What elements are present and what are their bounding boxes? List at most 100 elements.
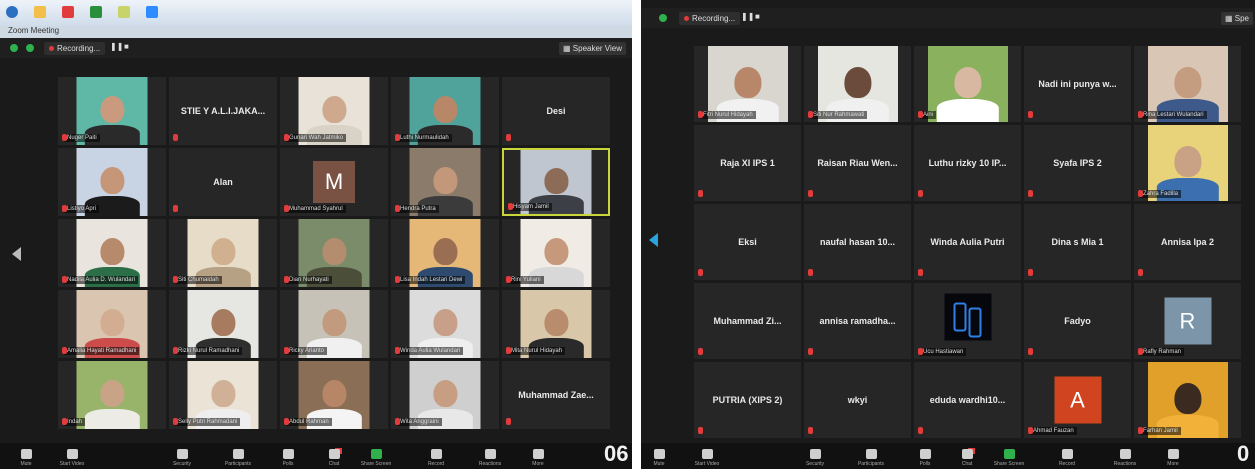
more-button[interactable]: More <box>1155 449 1191 467</box>
mute-button[interactable]: Mute <box>8 449 44 467</box>
security-button[interactable]: Security <box>797 449 833 467</box>
app-icon[interactable] <box>62 6 74 18</box>
muted-mic-icon <box>698 427 703 434</box>
participant-tile[interactable]: Mita Nurul Hidayah <box>502 290 610 358</box>
participant-name-label: Muhammad Syahrul <box>286 205 346 213</box>
participants-button[interactable]: Participants <box>853 449 889 467</box>
muted-mic-icon <box>1138 190 1143 197</box>
shield-icon[interactable] <box>659 14 667 22</box>
participant-tile[interactable]: STIE Y A.L.I.JAKA... <box>169 77 277 145</box>
app-icon[interactable] <box>34 6 46 18</box>
participant-tile[interactable]: Luthu rizky 10 IP... <box>914 125 1021 201</box>
share-screen-button[interactable]: Share Screen <box>358 449 394 467</box>
participant-tile[interactable]: Raja XI IPS 1 <box>694 125 801 201</box>
participant-tile[interactable]: Rizki Nurul Ramadhani <box>169 290 277 358</box>
muted-mic-icon <box>1028 348 1033 355</box>
view-switch-button[interactable]: ▦ Spe <box>1220 12 1253 25</box>
view-switch-button[interactable]: ▦ Speaker View <box>559 42 626 55</box>
participant-tile[interactable]: Wita Anggraini <box>391 361 499 429</box>
participant-tile[interactable]: naufal hasan 10... <box>804 204 911 280</box>
pause-recording-icon[interactable]: ❚❚ <box>741 12 754 21</box>
participant-tile[interactable]: Eksi <box>694 204 801 280</box>
participant-tile[interactable]: Dina s Mia 1 <box>1024 204 1131 280</box>
reactions-button[interactable]: Reactions <box>472 449 508 467</box>
app-icon[interactable] <box>90 6 102 18</box>
info-icon[interactable] <box>26 44 34 52</box>
participant-tile[interactable]: Muhammad Zi... <box>694 283 801 359</box>
shield-icon[interactable] <box>10 44 18 52</box>
stop-recording-icon[interactable]: ■ <box>755 12 760 21</box>
more-button[interactable]: More <box>520 449 556 467</box>
prev-page-arrow-icon[interactable] <box>12 247 21 261</box>
participant-tile[interactable]: PUTRIA (XIPS 2) <box>694 362 801 438</box>
participant-tile[interactable]: Dian Nurhayati <box>280 219 388 287</box>
participant-tile[interactable]: Amalia Hayati Ramadhani <box>58 290 166 358</box>
participant-tile[interactable]: Luthi Nurmaulidah <box>391 77 499 145</box>
participant-tile[interactable]: Rini Yuliani <box>502 219 610 287</box>
start-icon[interactable] <box>6 6 18 18</box>
stop-recording-icon[interactable]: ■ <box>124 42 129 51</box>
mute-button[interactable]: Mute <box>641 449 677 467</box>
participant-name-label: Nuger Paiti <box>64 134 100 142</box>
participant-tile[interactable]: Siti Chumaidah <box>169 219 277 287</box>
participant-tile[interactable]: Listiyo Apri <box>58 148 166 216</box>
polls-button[interactable]: Polls <box>270 449 306 467</box>
participant-name: Raja XI IPS 1 <box>720 158 775 168</box>
participant-tile[interactable]: Alan <box>169 148 277 216</box>
participant-tile[interactable]: Nuger Paiti <box>58 77 166 145</box>
participant-tile[interactable]: Aini <box>914 46 1021 122</box>
prev-page-arrow-icon[interactable] <box>649 233 658 247</box>
participant-tile[interactable]: Nadi ini punya w... <box>1024 46 1131 122</box>
participants-button[interactable]: Participants <box>220 449 256 467</box>
participant-tile[interactable]: Ucu Hastiawan <box>914 283 1021 359</box>
participant-tile[interactable]: Gunari Wah Jatmiko <box>280 77 388 145</box>
muted-mic-icon <box>698 269 703 276</box>
record-button[interactable]: Record <box>1049 449 1085 467</box>
participant-tile[interactable]: Fadyo <box>1024 283 1131 359</box>
participant-tile[interactable]: Abdul Rahman <box>280 361 388 429</box>
pause-recording-icon[interactable]: ❚❚ <box>110 42 123 51</box>
recording-indicator: Recording... <box>44 42 106 55</box>
participant-tile[interactable]: M Muhammad Syahrul <box>280 148 388 216</box>
participant-tile[interactable]: wkyi <box>804 362 911 438</box>
participant-tile[interactable]: Raisan Riau Wen... <box>804 125 911 201</box>
app-icon[interactable] <box>118 6 130 18</box>
participant-tile[interactable]: Zahra Fadilla <box>1134 125 1241 201</box>
participant-tile[interactable]: A Ahmad Fauzan <box>1024 362 1131 438</box>
participant-tile[interactable]: Farhan Jamil <box>1134 362 1241 438</box>
record-button[interactable]: Record <box>418 449 454 467</box>
participant-tile[interactable]: annisa ramadha... <box>804 283 911 359</box>
avatar-letter: M <box>324 169 344 194</box>
participant-tile[interactable]: Ricky Arianto <box>280 290 388 358</box>
share-screen-button[interactable]: Share Screen <box>991 449 1027 467</box>
zoom-app-icon[interactable] <box>146 6 158 18</box>
participant-tile[interactable]: Fitri Nurul Hidayah <box>694 46 801 122</box>
start-video-button[interactable]: Start Video <box>54 449 90 467</box>
participant-tile[interactable]: Desi <box>502 77 610 145</box>
participant-tile[interactable]: eduda wardhi10... <box>914 362 1021 438</box>
participant-tile[interactable]: Muhammad Zae... <box>502 361 610 429</box>
participant-tile[interactable]: Annisa Ipa 2 <box>1134 204 1241 280</box>
participant-tile[interactable]: Hisyam Jamil <box>502 148 610 216</box>
participant-tile[interactable]: Lisa Indah Lestari Dewi <box>391 219 499 287</box>
participant-tile[interactable]: Winda Aulia Wulandari <box>391 290 499 358</box>
participant-name-label: Wita Anggraini <box>397 418 442 426</box>
toolbar-label: Participants <box>857 461 885 467</box>
muted-mic-icon <box>395 418 400 425</box>
reactions-button[interactable]: Reactions <box>1107 449 1143 467</box>
participant-tile[interactable]: Rina Lestari Wulandari <box>1134 46 1241 122</box>
chat-button[interactable]: Chat <box>316 449 352 467</box>
participant-tile[interactable]: Syafa IPS 2 <box>1024 125 1131 201</box>
chat-button[interactable]: Chat <box>949 449 985 467</box>
participant-tile[interactable]: R Rafly Rahman <box>1134 283 1241 359</box>
security-button[interactable]: Security <box>164 449 200 467</box>
participant-tile[interactable]: Selly Putri Rahmadani <box>169 361 277 429</box>
participant-tile[interactable]: Winda Aulia Putri <box>914 204 1021 280</box>
participant-tile[interactable]: Nadila Aulia D. Wulandari <box>58 219 166 287</box>
participant-tile[interactable]: Indah <box>58 361 166 429</box>
participant-name-label: Hendra Putra <box>397 205 439 213</box>
participant-tile[interactable]: Siti Nur Rahmawati <box>804 46 911 122</box>
polls-button[interactable]: Polls <box>907 449 943 467</box>
start-video-button[interactable]: Start Video <box>689 449 725 467</box>
participant-tile[interactable]: Hendra Putra <box>391 148 499 216</box>
